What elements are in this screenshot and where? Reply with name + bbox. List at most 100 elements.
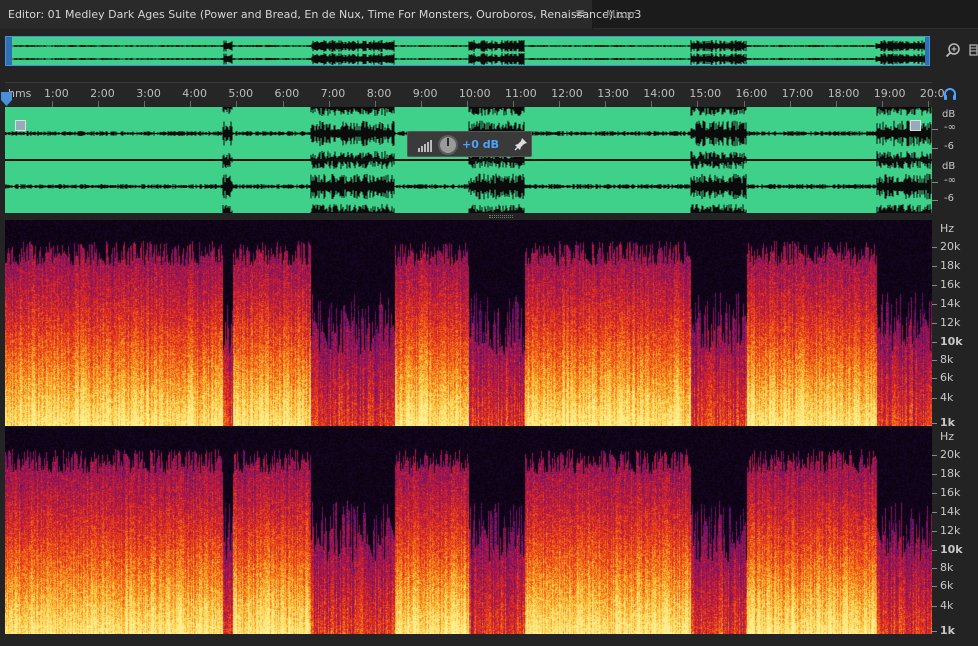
db-neg-inf-bottom: -∞ — [944, 175, 956, 186]
ruler-label: 11:00 — [505, 87, 537, 100]
ruler-label: 4:00 — [182, 87, 207, 100]
ruler-label: 5:00 — [228, 87, 254, 100]
ruler-label: 1:00 — [44, 87, 69, 100]
ruler-label: 13:00 — [597, 87, 629, 100]
fade-out-handle[interactable] — [910, 120, 921, 131]
ruler-label: 16:00 — [735, 87, 768, 100]
hz-tick — [932, 550, 937, 551]
db-tick — [932, 148, 938, 149]
hz-label: 4k — [940, 599, 954, 612]
tab-editor[interactable]: Editor: 01 Medley Dark Ages Suite (Power… — [0, 0, 641, 29]
ruler-label: 17:00 — [781, 87, 814, 100]
hz-tick — [932, 378, 937, 379]
ruler-label: 12:00 — [551, 87, 583, 100]
level-bars-icon — [418, 140, 432, 152]
ruler-label: 19:00 — [873, 87, 906, 100]
overview-left-handle[interactable] — [6, 37, 12, 65]
db-neg-inf-top: -∞ — [944, 122, 956, 133]
headphone-icon[interactable] — [943, 87, 957, 101]
hz-label: 12k — [940, 524, 961, 537]
resize-grip[interactable] — [489, 215, 513, 218]
ruler-label: 8:00 — [366, 87, 392, 100]
ruler-label: 18:00 — [827, 87, 860, 100]
hz-tick — [932, 360, 937, 361]
hz-tick — [932, 474, 937, 475]
gain-hud[interactable]: +0 dB — [407, 131, 532, 157]
overview-waveform[interactable] — [5, 36, 930, 66]
hz-label: 8k — [940, 561, 954, 574]
spectrogram-channel-1[interactable] — [5, 220, 932, 426]
hz-tick — [932, 342, 937, 343]
ruler-label: 15:00 — [689, 87, 722, 100]
db-tick — [932, 129, 938, 130]
hz-label: 8k — [940, 353, 954, 366]
gain-knob[interactable] — [438, 135, 458, 155]
db-unit-bottom: dB — [942, 161, 956, 172]
hz-tick — [932, 631, 937, 632]
db-unit-top: dB — [942, 109, 956, 120]
magnifier-zoom-icon[interactable] — [945, 42, 961, 58]
audition-editor: Editor: 01 Medley Dark Ages Suite (Power… — [0, 0, 978, 646]
hz-tick — [932, 493, 937, 494]
ruler-label: 14:00 — [643, 87, 675, 100]
hz-tick — [932, 455, 937, 456]
hz-label: 16k — [940, 486, 961, 499]
tab-mixer[interactable]: Mixer — [606, 8, 636, 21]
hz-label: 20k — [940, 448, 961, 461]
overview-right-handle[interactable] — [925, 37, 929, 65]
hz-label: 6k — [940, 371, 954, 384]
db-tick — [932, 200, 938, 201]
hz-tick — [932, 512, 937, 513]
hz-label: 10k — [940, 543, 963, 556]
spectrogram-channel-2[interactable] — [5, 428, 932, 634]
overview-wave-shape — [6, 40, 929, 65]
hz-tick — [932, 586, 937, 587]
playhead-marker-icon[interactable] — [1, 92, 12, 106]
panel-grid-icon[interactable] — [968, 42, 978, 58]
ruler-label: 3:00 — [136, 87, 161, 100]
hz-tick — [932, 323, 937, 324]
db-minus6-top: -6 — [944, 141, 954, 152]
time-ruler[interactable]: hms 1:00 2:00 3:00 4:00 5:00 6:00 7:00 8:00 9:00… — [5, 82, 945, 107]
db-minus6-bottom: -6 — [944, 193, 954, 204]
hz-label: 12k — [940, 316, 961, 329]
hz-tick — [932, 606, 937, 607]
db-scale: dB -∞ -6 dB -∞ -6 — [932, 107, 978, 213]
hz-tick — [932, 304, 937, 305]
hz-label: 18k — [940, 259, 961, 272]
channel-divider — [5, 159, 932, 161]
pin-icon[interactable] — [514, 137, 528, 151]
hz-label: 4k — [940, 391, 954, 404]
hz-scale-1: Hz 20k 18k 16k 14k 12k 10k 8k 6k 4k 1k — [932, 220, 978, 429]
ruler-label: 6:00 — [274, 87, 300, 100]
spectrogram-canvas-2 — [5, 428, 932, 634]
hz-label: 10k — [940, 335, 963, 348]
hz-tick — [932, 398, 937, 399]
hz-tick — [932, 531, 937, 532]
hz-label: 20k — [940, 240, 961, 253]
hz-label: 14k — [940, 297, 961, 310]
hz-label: 1k — [940, 624, 955, 637]
hz-tick — [932, 568, 937, 569]
ruler-label: 10:00 — [458, 87, 491, 100]
overview-path — [6, 40, 929, 65]
ruler-label: 9:00 — [412, 87, 438, 100]
hz-label: 18k — [940, 467, 961, 480]
tab-bar: Editor: 01 Medley Dark Ages Suite (Power… — [0, 0, 978, 29]
ruler-label: 2:00 — [90, 87, 115, 100]
hz-unit-2: Hz — [940, 430, 955, 443]
hz-label: 16k — [940, 278, 961, 291]
ruler-label: 20:0 — [919, 87, 945, 100]
ruler-label: 7:00 — [320, 87, 346, 100]
hz-scale-2: Hz 20k 18k 16k 14k 12k 10k 8k 6k 4k 1k — [932, 428, 978, 637]
hz-label: 6k — [940, 579, 954, 592]
hz-tick — [932, 285, 937, 286]
db-tick — [932, 182, 938, 183]
gain-value[interactable]: +0 dB — [462, 138, 499, 151]
hz-tick — [932, 247, 937, 248]
spectrogram-canvas-1 — [5, 220, 932, 426]
hz-tick — [932, 266, 937, 267]
hz-tick — [932, 423, 937, 424]
fade-in-handle[interactable] — [15, 120, 26, 131]
tab-menu-icon[interactable]: ≡ — [575, 6, 585, 20]
